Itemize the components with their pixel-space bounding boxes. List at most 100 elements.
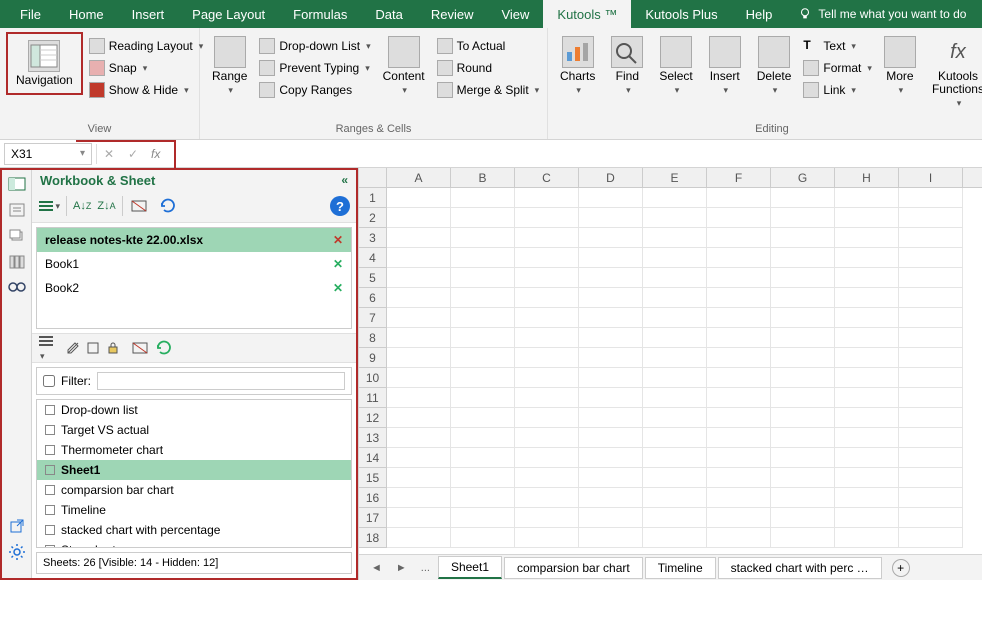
cell[interactable] <box>835 288 899 308</box>
cell[interactable] <box>387 208 451 228</box>
settings-icon[interactable] <box>8 544 26 560</box>
cell[interactable] <box>771 268 835 288</box>
row-header[interactable]: 1 <box>359 188 387 208</box>
snap-button[interactable]: Snap▾ <box>87 58 206 78</box>
row-header[interactable]: 5 <box>359 268 387 288</box>
sheet-checkbox[interactable] <box>45 545 55 548</box>
cell[interactable] <box>899 228 963 248</box>
cell[interactable] <box>643 248 707 268</box>
cell[interactable] <box>835 528 899 548</box>
cell[interactable] <box>579 408 643 428</box>
cell[interactable] <box>643 288 707 308</box>
cell[interactable] <box>515 408 579 428</box>
select-button[interactable]: Select▾ <box>653 32 698 100</box>
sheet-tab[interactable]: comparsion bar chart <box>504 557 643 579</box>
cell[interactable] <box>451 328 515 348</box>
cell[interactable] <box>707 388 771 408</box>
name-box-dropdown-icon[interactable]: ▾ <box>80 148 85 159</box>
cell[interactable] <box>835 508 899 528</box>
cell[interactable] <box>835 228 899 248</box>
cell[interactable] <box>771 288 835 308</box>
sheet-checkbox[interactable] <box>45 425 55 435</box>
cell[interactable] <box>387 448 451 468</box>
cancel-formula-button[interactable]: ✕ <box>97 147 121 161</box>
row-header[interactable]: 17 <box>359 508 387 528</box>
cell[interactable] <box>387 508 451 528</box>
cell[interactable] <box>835 308 899 328</box>
row-header[interactable]: 6 <box>359 288 387 308</box>
more-button[interactable]: More▾ <box>878 32 922 100</box>
protect-sheet-icon[interactable] <box>106 341 120 355</box>
sheet-item[interactable]: Thermometer chart <box>37 440 351 460</box>
cell[interactable] <box>451 188 515 208</box>
copy-ranges-button[interactable]: Copy Ranges <box>257 80 372 100</box>
sheet-tab[interactable]: Sheet1 <box>438 556 502 579</box>
cell[interactable] <box>451 308 515 328</box>
delete-button[interactable]: Delete▾ <box>751 32 798 100</box>
row-header[interactable]: 9 <box>359 348 387 368</box>
tab-review[interactable]: Review <box>417 0 488 28</box>
prevent-typing-button[interactable]: Prevent Typing▾ <box>257 58 372 78</box>
col-header[interactable]: I <box>899 168 963 187</box>
cell[interactable] <box>899 448 963 468</box>
cell[interactable] <box>579 348 643 368</box>
row-header[interactable]: 7 <box>359 308 387 328</box>
cell[interactable] <box>451 348 515 368</box>
cell[interactable] <box>515 428 579 448</box>
cell[interactable] <box>387 308 451 328</box>
new-sheet-icon[interactable] <box>86 341 100 355</box>
tab-file[interactable]: File <box>6 0 55 28</box>
sheet-checkbox[interactable] <box>45 445 55 455</box>
cell[interactable] <box>515 348 579 368</box>
row-header[interactable]: 8 <box>359 328 387 348</box>
tab-scroll-left-icon[interactable]: ◄ <box>365 562 388 574</box>
tell-me[interactable]: Tell me what you want to do <box>786 0 978 28</box>
tab-ellipsis[interactable]: ... <box>415 562 436 574</box>
sort-desc-icon[interactable]: Z↓A <box>97 195 115 217</box>
cell[interactable] <box>387 188 451 208</box>
cell[interactable] <box>899 308 963 328</box>
cell[interactable] <box>899 408 963 428</box>
cell[interactable] <box>451 408 515 428</box>
sheet-item[interactable]: comparsion bar chart <box>37 480 351 500</box>
tab-formulas[interactable]: Formulas <box>279 0 361 28</box>
cell[interactable] <box>387 368 451 388</box>
cell[interactable] <box>579 208 643 228</box>
cell[interactable] <box>707 428 771 448</box>
cell[interactable] <box>579 228 643 248</box>
cell[interactable] <box>899 268 963 288</box>
cell[interactable] <box>579 308 643 328</box>
cell[interactable] <box>707 508 771 528</box>
workbook-item[interactable]: release notes-kte 22.00.xlsx✕ <box>37 228 351 252</box>
cell[interactable] <box>451 448 515 468</box>
cell[interactable] <box>579 488 643 508</box>
spreadsheet-grid[interactable]: A B C D E F G H I 1234567891011121314151… <box>358 168 982 580</box>
cell[interactable] <box>835 348 899 368</box>
formula-input[interactable] <box>166 143 982 165</box>
sheet-list[interactable]: Drop-down list Target VS actual Thermome… <box>36 399 352 548</box>
rename-sheet-icon[interactable] <box>66 341 80 355</box>
range-button[interactable]: Range▾ <box>206 32 253 100</box>
cell[interactable] <box>579 528 643 548</box>
cell[interactable] <box>771 308 835 328</box>
cell[interactable] <box>835 468 899 488</box>
cell[interactable] <box>771 468 835 488</box>
cell[interactable] <box>579 368 643 388</box>
close-workbook-icon[interactable]: ✕ <box>333 281 343 295</box>
cell[interactable] <box>643 268 707 288</box>
cell[interactable] <box>579 508 643 528</box>
cell[interactable] <box>771 448 835 468</box>
cell[interactable] <box>707 188 771 208</box>
cell[interactable] <box>579 328 643 348</box>
sheet-checkbox[interactable] <box>45 465 55 475</box>
cell[interactable] <box>643 188 707 208</box>
cell[interactable] <box>899 328 963 348</box>
cell[interactable] <box>387 348 451 368</box>
cell[interactable] <box>451 268 515 288</box>
row-header[interactable]: 11 <box>359 388 387 408</box>
cell[interactable] <box>387 248 451 268</box>
sheet-checkbox[interactable] <box>45 485 55 495</box>
cell[interactable] <box>515 528 579 548</box>
col-header[interactable]: H <box>835 168 899 187</box>
cell[interactable] <box>387 288 451 308</box>
